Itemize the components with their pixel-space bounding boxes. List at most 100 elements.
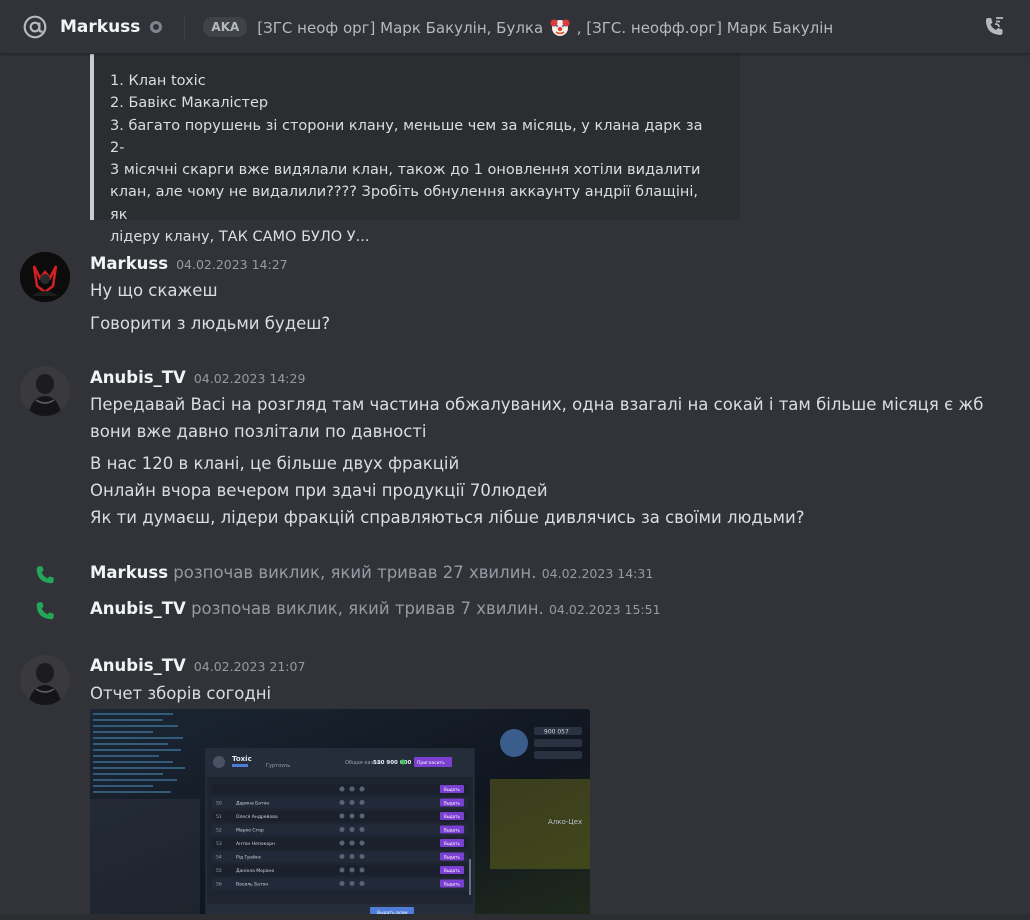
clan-member-row: 55 Даніела Морано Выдать [212, 865, 468, 876]
message-text: Отчет зборів согодні [90, 684, 272, 703]
call-description: розпочав виклик, який тривав 7 хвилин. [185, 599, 544, 618]
quote-line: лідеру клану, ТАК САМО БУЛО У... [110, 229, 370, 246]
clown-emoji-icon [550, 19, 570, 36]
message-text: Передавай Васі на розгляд там частина об… [90, 395, 984, 414]
quote-line: 2. Бавікс Макалістер [110, 95, 269, 112]
author-name[interactable]: Markuss [90, 254, 168, 273]
row-action-label: Выдать [444, 787, 460, 792]
zone-label: Алко-Цех [548, 818, 582, 826]
row-control-dot [349, 881, 355, 886]
clan-member-row: 56 Василь Батон Выдать [212, 878, 468, 890]
call-initiator[interactable]: Markuss [90, 563, 168, 582]
row-number: 54 [216, 855, 222, 861]
clan-sub: Гуртovnь [266, 763, 290, 769]
aka-names: [ЗГС неоф орг] Марк Бакулін, Булка , [ЗГ… [257, 17, 833, 37]
quote-line: 3. багато порушень зі сторони клану, мен… [110, 117, 703, 156]
author-name[interactable]: Anubis_TV [90, 368, 186, 387]
message-text: В нас 120 в клані, це більше двух фракці… [90, 454, 460, 473]
row-control-dot [339, 840, 345, 846]
game-screenshot-image: 900 057 Алко-Цех Toxic Гуртovnь Общая ка… [90, 709, 590, 920]
message-author[interactable]: Anubis_TV 04.02.2023 21:07 [90, 656, 305, 675]
message-timestamp: 04.02.2023 14:29 [193, 371, 306, 386]
row-number: 53 [216, 841, 222, 847]
message-text: Говорити з людьми будеш? [90, 314, 331, 333]
message-text: Ну що скажеш [90, 281, 218, 300]
message-text: Як ти думаєш, лідери фракцій справляютьс… [90, 508, 805, 527]
phone-icon [36, 566, 54, 584]
message-timestamp: 04.02.2023 21:07 [193, 659, 306, 674]
row-number: 51 [216, 814, 222, 820]
phone-icon [36, 602, 54, 620]
row-control-dot [349, 854, 355, 859]
quoted-message-embed: 1. Клан toxic 2. Бавікс Макалістер 3. ба… [90, 54, 740, 245]
row-control-dot [349, 867, 355, 873]
clan-member-row: 52 Марко Стор Выдать [212, 824, 468, 836]
row-name: Василь Батон [236, 882, 268, 888]
header-divider [184, 14, 186, 39]
avatar-anubis[interactable] [20, 655, 70, 705]
row-control-dot [359, 800, 365, 805]
row-control-dot [339, 881, 345, 886]
quote-line: 3 місячні скарги вже видялали клан, тако… [110, 162, 701, 179]
clan-name: Toxic [232, 755, 252, 763]
row-name: Олеся Андрейовa [236, 813, 278, 820]
row-control-dot [339, 786, 345, 792]
aka-names-part2: , [ЗГС. неофф.орг] Марк Бакулін [576, 18, 834, 37]
hud-stats-value: 900 057 [544, 729, 569, 736]
clan-member-row: 50 Дарина Батон Выдать [212, 797, 468, 809]
row-control-dot [359, 813, 365, 819]
message-author[interactable]: Markuss 04.02.2023 14:27 [90, 254, 288, 273]
aka-names-part1: [ЗГС неоф орг] Марк Бакулін, Булка [257, 18, 544, 37]
row-name: Марко Стор [236, 828, 264, 834]
row-number: 55 [216, 868, 222, 874]
clan-member-row: 53 Антон Непокорн Выдать [212, 838, 468, 849]
row-action-label: Выдать [444, 841, 460, 846]
row-action-label: Выдать [444, 854, 460, 859]
at-icon [23, 15, 47, 38]
call-description: розпочав виклик, який тривав 27 хвилин. [168, 563, 537, 582]
start-call-icon[interactable] [982, 15, 1006, 39]
call-system-message: Markuss розпочав виклик, який тривав 27 … [0, 563, 1030, 587]
row-name: Антон Непокорн [236, 841, 275, 847]
dm-username[interactable]: Markuss [60, 17, 140, 37]
call-initiator[interactable]: Anubis_TV [90, 599, 186, 618]
composer-edge [0, 914, 1030, 920]
message-author[interactable]: Anubis_TV 04.02.2023 14:29 [90, 368, 305, 387]
quote-line: 1. Клан toxic [110, 73, 206, 89]
avatar-markuss[interactable] [20, 252, 70, 302]
row-control-dot [339, 867, 345, 873]
row-name: Рід Грайнс [236, 854, 262, 861]
row-action-label: Выдать [444, 800, 460, 805]
row-control-dot [349, 813, 355, 819]
row-control-dot [359, 786, 365, 792]
row-name: Дарина Батон [236, 801, 269, 807]
row-name: Даніела Морано [236, 868, 274, 874]
message-timestamp: 04.02.2023 14:27 [176, 257, 288, 272]
row-control-dot [339, 854, 345, 859]
row-number: 52 [216, 828, 222, 834]
clan-member-row: 51 Олеся Андрейовa Выдать [212, 811, 468, 822]
avatar-anubis[interactable] [20, 366, 70, 416]
row-control-dot [359, 827, 365, 832]
dm-header: Markuss AKA [ЗГС неоф орг] Марк Бакулін,… [0, 0, 1030, 54]
author-name[interactable]: Anubis_TV [90, 656, 186, 675]
clan-member-row: Выдать [212, 784, 468, 795]
row-control-dot [359, 881, 365, 886]
image-attachment[interactable]: 900 057 Алко-Цех Toxic Гуртovnь Общая ка… [90, 709, 590, 920]
message-text: Онлайн вчора вечером при здачі продукції… [90, 481, 548, 500]
row-control-dot [349, 786, 355, 792]
call-timestamp: 04.02.2023 14:31 [541, 566, 654, 581]
row-control-dot [339, 827, 345, 832]
row-control-dot [359, 840, 365, 846]
row-action-label: Выдать [444, 868, 460, 873]
panel-scrollbar [469, 859, 471, 895]
row-control-dot [339, 800, 345, 805]
balance-value: 530 900 000 [373, 760, 411, 766]
row-number: 50 [216, 801, 222, 807]
row-control-dot [339, 813, 345, 819]
call-system-message: Anubis_TV розпочав виклик, який тривав 7… [0, 599, 1030, 623]
offline-status-icon [150, 20, 163, 33]
row-control-dot [349, 840, 355, 846]
row-action-label: Выдать [444, 881, 460, 886]
row-control-dot [349, 800, 355, 805]
